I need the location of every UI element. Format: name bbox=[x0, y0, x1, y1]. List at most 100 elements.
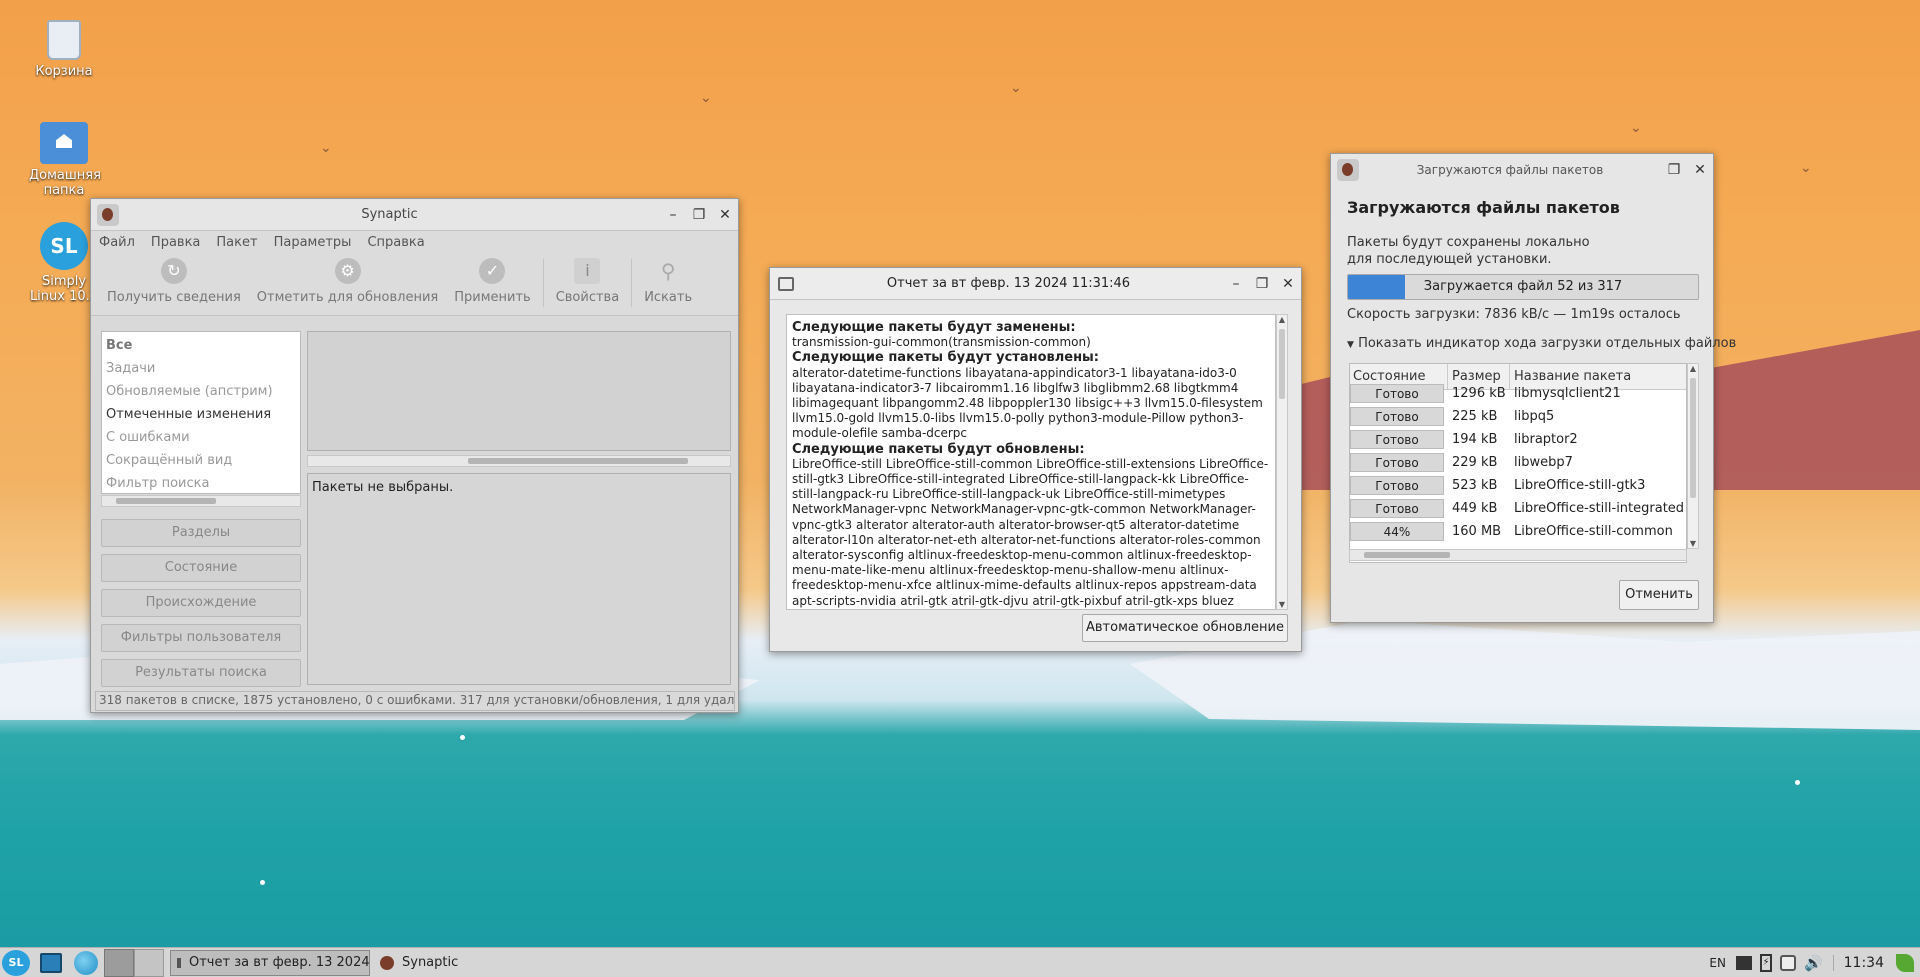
bird-decoration: ⌄ bbox=[700, 90, 712, 106]
auto-update-button[interactable]: Автоматическое обновление bbox=[1082, 614, 1288, 642]
apply-button[interactable]: ✓ Применить bbox=[446, 258, 538, 313]
status-button[interactable]: Состояние bbox=[101, 554, 301, 582]
scroll-up-arrow-icon[interactable]: ▲ bbox=[1277, 315, 1287, 324]
updates-icon[interactable] bbox=[1779, 954, 1796, 971]
filter-item[interactable]: Сокращённый вид bbox=[106, 449, 296, 472]
file-table-hscrollbar[interactable] bbox=[1349, 549, 1687, 561]
details-expander[interactable]: ▼ Показать индикатор хода загрузки отдел… bbox=[1347, 336, 1736, 351]
row-package-name: libpq5 bbox=[1514, 409, 1555, 424]
gear-icon: ⚙ bbox=[334, 258, 361, 284]
expander-label: Показать индикатор хода загрузки отдельн… bbox=[1358, 336, 1737, 351]
filter-item[interactable]: Отмеченные изменения bbox=[106, 403, 296, 426]
network-icon[interactable] bbox=[1735, 955, 1752, 970]
search-button[interactable]: ⚲ Искать bbox=[636, 258, 700, 313]
restore-button[interactable]: ❐ bbox=[1661, 162, 1687, 178]
download-titlebar[interactable]: Загружаются файлы пакетов ❐ ✕ bbox=[1331, 154, 1713, 186]
toolbar-separator bbox=[631, 259, 633, 307]
table-row[interactable]: Готово 449 kB LibreOffice-still-integrated bbox=[1350, 497, 1686, 520]
mark-upgrades-button[interactable]: ⚙ Отметить для обновления bbox=[249, 258, 446, 313]
reload-icon: ↻ bbox=[160, 258, 187, 284]
task-report[interactable]: Отчет за вт февр. 13 2024... bbox=[170, 949, 370, 976]
section-heading: Следующие пакеты будут заменены: bbox=[792, 320, 1076, 335]
menu-help[interactable]: Справка bbox=[367, 235, 424, 250]
close-button[interactable]: ✕ bbox=[712, 207, 738, 223]
table-row[interactable]: Готово 229 kB libwebp7 bbox=[1350, 451, 1686, 474]
workspace-2[interactable] bbox=[134, 948, 164, 977]
report-text: Следующие пакеты будут заменены: transmi… bbox=[786, 314, 1276, 610]
filter-item[interactable]: Фильтр поиска bbox=[106, 472, 296, 495]
progress-label: Загружается файл 52 из 317 bbox=[1423, 279, 1623, 294]
row-package-name: LibreOffice-still-gtk3 bbox=[1514, 478, 1646, 493]
battery-icon[interactable]: ⚡ bbox=[1759, 953, 1772, 972]
keyboard-layout-indicator[interactable]: EN bbox=[1709, 956, 1726, 970]
start-menu-button[interactable]: SL bbox=[2, 949, 30, 976]
bird-decoration: ⌄ bbox=[1630, 120, 1642, 136]
menu-settings[interactable]: Параметры bbox=[274, 235, 352, 250]
clock[interactable]: 11:34 bbox=[1832, 954, 1884, 971]
table-row[interactable]: Готово 194 kB libraptor2 bbox=[1350, 428, 1686, 451]
download-speed: Скорость загрузки: 7836 kB/c — 1m19s ост… bbox=[1347, 307, 1681, 322]
table-row[interactable]: Готово 1296 kB libmysqlclient21 bbox=[1350, 382, 1686, 405]
properties-button[interactable]: i Свойства bbox=[548, 258, 628, 313]
file-rows: Готово 1296 kB libmysqlclient21 Готово 225 k… bbox=[1350, 382, 1686, 543]
menu-package[interactable]: Пакет bbox=[216, 235, 257, 250]
checkmark-icon: ✓ bbox=[479, 258, 506, 284]
report-titlebar[interactable]: Отчет за вт февр. 13 2024 11:31:46 – ❐ ✕ bbox=[770, 268, 1301, 300]
filter-item[interactable]: Все bbox=[106, 334, 296, 357]
desktop-icon-home[interactable]: Домашняя папка bbox=[18, 122, 110, 198]
restore-button[interactable]: ❐ bbox=[1249, 276, 1275, 292]
task-synaptic[interactable]: Synaptic bbox=[374, 950, 458, 976]
filter-list-scrollbar[interactable] bbox=[101, 495, 301, 507]
trash-icon bbox=[47, 20, 81, 60]
section-heading: Следующие пакеты будут обновлены: bbox=[792, 441, 1085, 457]
synaptic-app-icon bbox=[1337, 159, 1359, 181]
desktop-icon-label: Корзина bbox=[35, 64, 93, 79]
desktop-icon-trash[interactable]: Корзина bbox=[18, 20, 110, 79]
installed-packages: alterator-datetime-functions libayatana-… bbox=[792, 365, 1263, 441]
restore-button[interactable]: ❐ bbox=[686, 207, 712, 223]
report-scrollbar[interactable]: ▲ ▼ bbox=[1276, 314, 1288, 610]
home-folder-icon bbox=[40, 122, 88, 164]
bird-decoration: ⌄ bbox=[1010, 80, 1022, 96]
package-list[interactable] bbox=[307, 331, 731, 451]
file-table: Состояние Размер Название пакета Готово 1… bbox=[1349, 363, 1687, 563]
custom-filters-button[interactable]: Фильтры пользователя bbox=[101, 624, 301, 652]
search-results-button[interactable]: Результаты поиска bbox=[101, 659, 301, 687]
reload-button[interactable]: ↻ Получить сведения bbox=[99, 258, 249, 313]
menu-file[interactable]: Файл bbox=[99, 235, 135, 250]
table-row[interactable]: Готово 523 kB LibreOffice-still-gtk3 bbox=[1350, 474, 1686, 497]
filter-item[interactable]: Обновляемые (апстрим) bbox=[106, 380, 296, 403]
volume-icon[interactable]: 🔊 bbox=[1804, 954, 1823, 972]
synaptic-window: Synaptic – ❐ ✕ Файл Правка Пакет Парамет… bbox=[90, 198, 739, 713]
close-button[interactable]: ✕ bbox=[1687, 162, 1713, 178]
filter-item[interactable]: Задачи bbox=[106, 357, 296, 380]
synaptic-titlebar[interactable]: Synaptic – ❐ ✕ bbox=[91, 199, 738, 231]
minimize-button[interactable]: – bbox=[1223, 276, 1249, 292]
row-package-name: libwebp7 bbox=[1514, 455, 1573, 470]
workspace-switcher[interactable] bbox=[104, 948, 164, 977]
minimize-button[interactable]: – bbox=[660, 207, 686, 223]
origin-button[interactable]: Происхождение bbox=[101, 589, 301, 617]
show-desktop-icon[interactable] bbox=[40, 952, 62, 973]
window-title: Отчет за вт февр. 13 2024 11:31:46 bbox=[886, 276, 1131, 291]
sections-button[interactable]: Разделы bbox=[101, 519, 301, 547]
filter-item[interactable]: С ошибками bbox=[106, 426, 296, 449]
synaptic-app-icon bbox=[97, 203, 119, 226]
table-row[interactable]: Готово 225 kB libpq5 bbox=[1350, 405, 1686, 428]
table-row[interactable]: 44% 160 MB LibreOffice-still-common bbox=[1350, 520, 1686, 543]
leaf-icon[interactable] bbox=[1896, 953, 1914, 972]
mark-upgrades-label: Отметить для обновления bbox=[256, 290, 439, 305]
cancel-button[interactable]: Отменить bbox=[1619, 580, 1699, 610]
scroll-down-arrow-icon[interactable]: ▼ bbox=[1277, 600, 1287, 609]
apply-label: Применить bbox=[454, 290, 531, 305]
package-list-scrollbar[interactable] bbox=[307, 455, 731, 467]
workspace-1[interactable] bbox=[104, 948, 134, 977]
side-buttons: Разделы Состояние Происхождение Фильтры … bbox=[101, 519, 301, 687]
close-button[interactable]: ✕ bbox=[1275, 276, 1301, 292]
file-table-vscrollbar[interactable]: ▲ ▼ bbox=[1687, 363, 1699, 549]
menu-edit[interactable]: Правка bbox=[151, 235, 200, 250]
toolbar: ↻ Получить сведения ⚙ Отметить для обновле… bbox=[91, 254, 738, 316]
browser-icon[interactable] bbox=[74, 950, 98, 975]
toolbar-separator bbox=[542, 259, 544, 307]
task-label: Отчет за вт февр. 13 2024... bbox=[189, 955, 370, 970]
